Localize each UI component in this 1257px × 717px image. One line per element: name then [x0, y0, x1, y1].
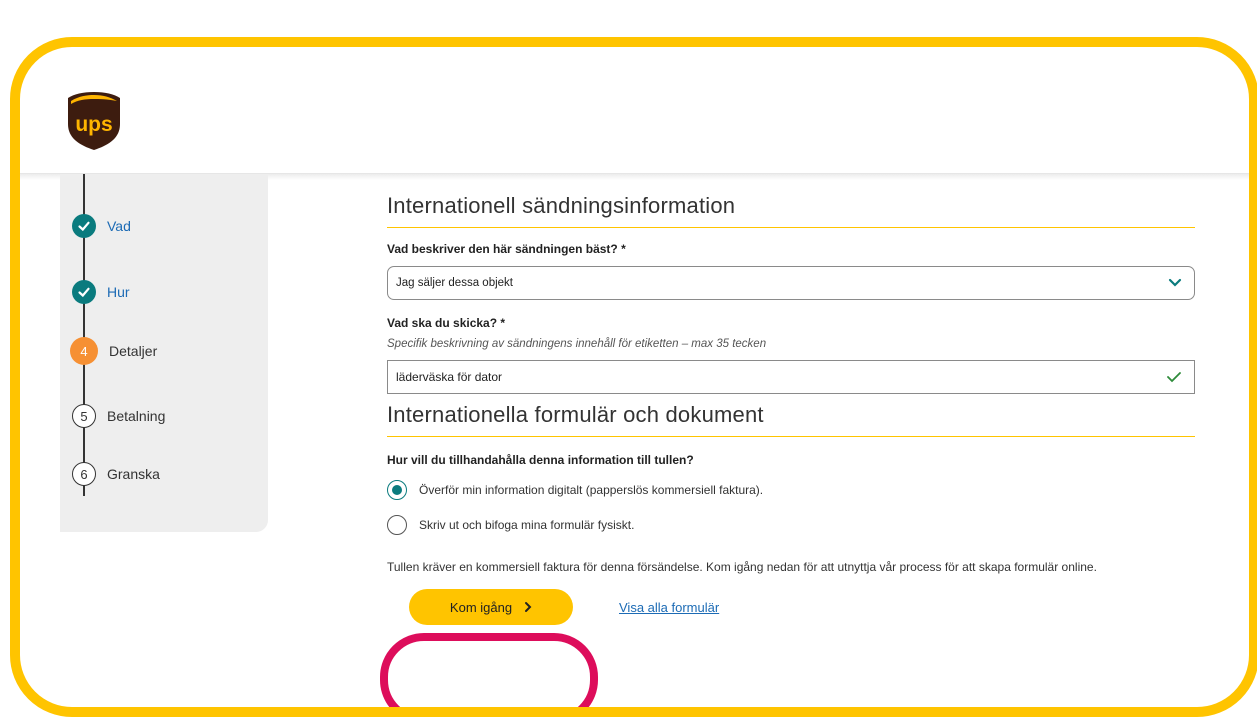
describe-label: Vad beskriver den här sändningen bäst? *	[387, 242, 626, 256]
radio-option-print[interactable]: Skriv ut och bifoga mina formulär fysisk…	[387, 515, 1195, 535]
customs-question: Hur vill du tillhandahålla denna informa…	[387, 453, 694, 467]
check-icon	[1167, 372, 1181, 383]
step-label: Granska	[107, 466, 160, 482]
section-title-shipment: Internationell sändningsinformation	[387, 193, 1195, 228]
action-row: Kom igång Visa alla formulär	[387, 589, 1195, 625]
step-hur[interactable]: Hur	[72, 280, 130, 304]
contents-label: Vad ska du skicka? *	[387, 316, 506, 330]
step-vad[interactable]: Vad	[72, 214, 131, 238]
step-number: 6	[72, 462, 96, 486]
get-started-button[interactable]: Kom igång	[409, 589, 573, 625]
progress-stepper: Vad Hur 4 Detaljer 5 Betalning 6 Granska	[60, 174, 268, 532]
step-number: 5	[72, 404, 96, 428]
contents-helper: Specifik beskrivning av sändningens inne…	[387, 338, 767, 350]
radio-option-digital[interactable]: Överför min information digitalt (papper…	[387, 480, 1195, 500]
check-icon	[72, 280, 96, 304]
app-frame: ups Vad Hur 4 Detaljer 5 Betalning 6 Gra…	[10, 37, 1257, 717]
step-label: Betalning	[107, 408, 166, 424]
radio-label: Överför min information digitalt (papper…	[419, 483, 764, 497]
button-label: Kom igång	[449, 599, 513, 615]
contents-input[interactable]: läderväska för dator	[387, 360, 1195, 394]
ups-logo[interactable]: ups	[67, 91, 121, 151]
step-label: Vad	[107, 218, 131, 234]
radio-label: Skriv ut och bifoga mina formulär fysisk…	[419, 518, 635, 532]
step-detaljer: 4 Detaljer	[70, 337, 158, 365]
shipment-type-select[interactable]: Jag säljer dessa objekt	[387, 266, 1195, 300]
check-icon	[72, 214, 96, 238]
chevron-right-icon	[525, 602, 532, 612]
step-label: Detaljer	[109, 343, 158, 359]
select-value: Jag säljer dessa objekt	[396, 277, 513, 289]
radio-button[interactable]	[387, 515, 407, 535]
step-granska: 6 Granska	[72, 462, 160, 486]
section-title-forms: Internationella formulär och dokument	[387, 402, 1195, 437]
highlight-ring	[380, 633, 598, 707]
main-content: Internationell sändningsinformation Vad …	[387, 193, 1195, 625]
input-value: läderväska för dator	[396, 370, 503, 384]
info-paragraph: Tullen kräver en kommersiell faktura för…	[387, 560, 1097, 574]
step-label: Hur	[107, 284, 130, 300]
view-all-forms-link[interactable]: Visa alla formulär	[619, 600, 719, 615]
step-number: 4	[70, 337, 98, 365]
step-betalning: 5 Betalning	[72, 404, 165, 428]
radio-button[interactable]	[387, 480, 407, 500]
chevron-down-icon	[1168, 278, 1182, 287]
logo-text: ups	[75, 113, 112, 136]
